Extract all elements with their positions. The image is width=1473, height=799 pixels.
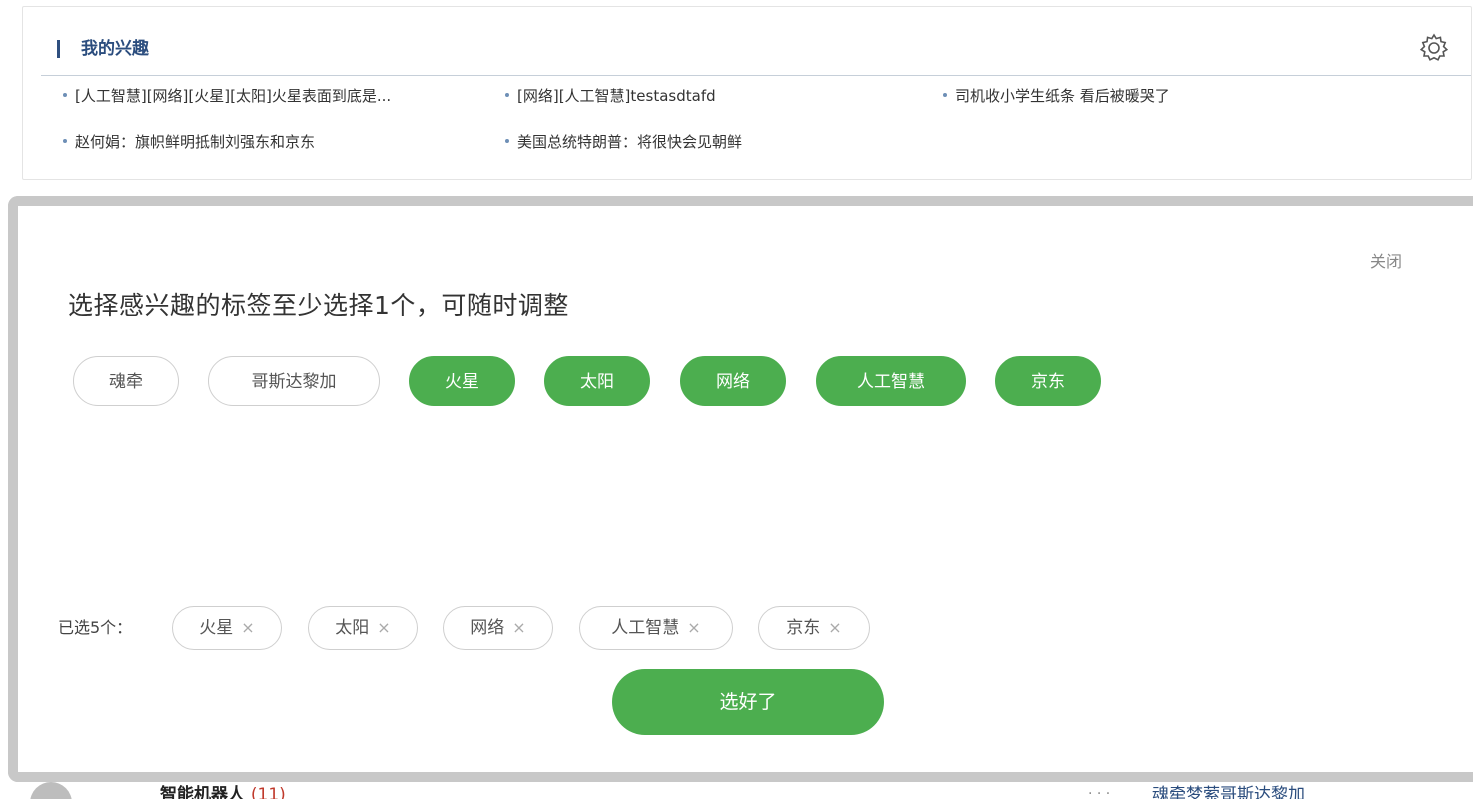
news-item[interactable]: 赵何娟：旗帜鲜明抵制刘强东和京东 [63, 131, 315, 153]
selected-chip: 网络 × [443, 606, 553, 650]
topic-title-text: 智能机器人 [160, 785, 245, 799]
bullet-dot [505, 138, 509, 143]
remove-icon[interactable]: × [241, 607, 254, 649]
tag-option[interactable]: 哥斯达黎加 [208, 356, 380, 406]
news-item-text: [人工智慧][网络][火星][太阳]火星表面到底是... [75, 87, 392, 105]
done-button[interactable]: 选好了 [612, 669, 884, 735]
bullet-dot [63, 92, 67, 97]
news-item-text: 美国总统特朗普：将很快会见朝鲜 [517, 133, 743, 151]
gear-icon[interactable] [1417, 31, 1451, 65]
chip-label: 网络 [470, 618, 505, 638]
avatar [30, 782, 72, 799]
topic-link[interactable]: 魂牵梦萦哥斯达黎加 [1152, 782, 1305, 799]
news-item[interactable]: 司机收小学生纸条 看后被暖哭了 [943, 85, 1170, 107]
page: 我的兴趣 [人工智慧][网络][火星][太阳]火星表面到底是... [网络][人… [0, 0, 1473, 799]
tag-selection-modal: 关闭 选择感兴趣的标签至少选择1个，可随时调整 魂牵 哥斯达黎加 火星 太阳 网… [8, 196, 1473, 782]
my-interests-card: 我的兴趣 [人工智慧][网络][火星][太阳]火星表面到底是... [网络][人… [22, 6, 1472, 180]
chip-label: 火星 [199, 618, 234, 638]
title-accent-bar [57, 40, 60, 58]
selected-chip: 太阳 × [308, 606, 418, 650]
remove-icon[interactable]: × [512, 607, 525, 649]
modal-title: 选择感兴趣的标签至少选择1个，可随时调整 [68, 291, 569, 320]
chip-label: 京东 [786, 618, 821, 638]
tag-option[interactable]: 太阳 [544, 356, 650, 406]
remove-icon[interactable]: × [828, 607, 841, 649]
chip-label: 太阳 [335, 618, 370, 638]
tag-option[interactable]: 火星 [409, 356, 515, 406]
bullet-dot [943, 92, 947, 97]
interests-title: 我的兴趣 [81, 39, 149, 59]
news-item[interactable]: [人工智慧][网络][火星][太阳]火星表面到底是... [63, 85, 391, 107]
news-item[interactable]: [网络][人工智慧]testasdtafd [505, 85, 716, 107]
news-item[interactable]: 美国总统特朗普：将很快会见朝鲜 [505, 131, 742, 153]
tag-option[interactable]: 人工智慧 [816, 356, 966, 406]
bullet-dot [505, 92, 509, 97]
tag-option[interactable]: 魂牵 [73, 356, 179, 406]
selected-chip: 京东 × [758, 606, 870, 650]
interests-header: 我的兴趣 [41, 33, 1471, 76]
topic-title[interactable]: 智能机器人 (11) [160, 782, 286, 799]
selected-chip: 人工智慧 × [579, 606, 733, 650]
bullet-dot [63, 138, 67, 143]
news-item-text: [网络][人工智慧]testasdtafd [517, 87, 716, 105]
selected-count-label: 已选5个： [58, 618, 133, 637]
remove-icon[interactable]: × [687, 607, 700, 649]
close-button[interactable]: 关闭 [1370, 248, 1402, 272]
news-item-text: 司机收小学生纸条 看后被暖哭了 [955, 87, 1170, 105]
more-dots-icon[interactable]: · · · [1088, 786, 1110, 799]
chip-label: 人工智慧 [611, 618, 680, 638]
tag-option[interactable]: 网络 [680, 356, 786, 406]
news-item-text: 赵何娟：旗帜鲜明抵制刘强东和京东 [75, 133, 316, 151]
selected-chip: 火星 × [172, 606, 282, 650]
tag-option[interactable]: 京东 [995, 356, 1101, 406]
remove-icon[interactable]: × [377, 607, 390, 649]
topic-count: (11) [250, 785, 286, 799]
bottom-content-peek: 智能机器人 (11) · · · 魂牵梦萦哥斯达黎加 [0, 782, 1473, 799]
